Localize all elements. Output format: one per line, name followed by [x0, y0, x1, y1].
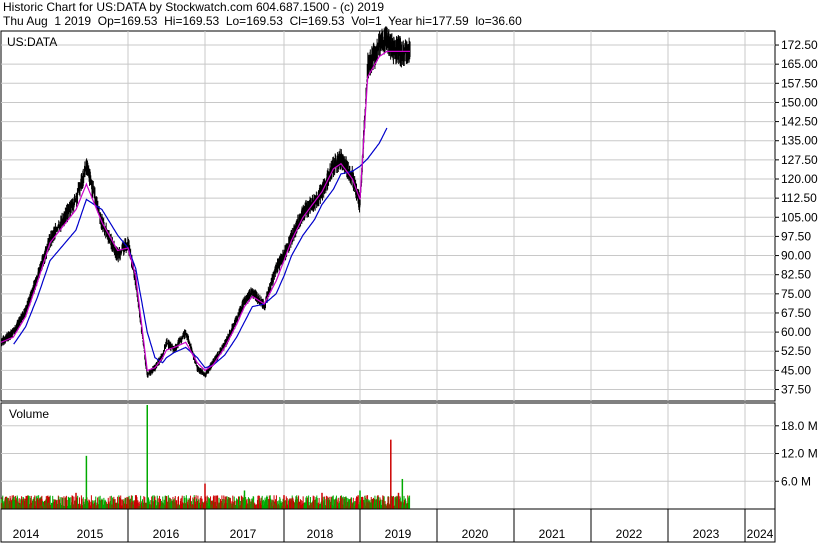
price-tick-label: 112.50 [781, 191, 817, 205]
price-tick-label: 157.50 [781, 76, 818, 90]
price-tick-label: 67.50 [781, 306, 811, 320]
price-tick-label: 135.00 [781, 134, 818, 148]
price-tick-label: 75.00 [781, 287, 811, 301]
year-label: 2017 [230, 527, 257, 541]
price-tick-label: 172.50 [781, 38, 818, 52]
price-tick-label: 82.50 [781, 268, 811, 282]
volume-axis: 18.0 M 12.0 M 6.0 M [775, 419, 818, 488]
price-tick-label: 45.00 [781, 363, 811, 377]
year-label: 2021 [539, 527, 566, 541]
year-label: 2018 [307, 527, 334, 541]
volume-tick-label: 18.0 M [781, 419, 818, 433]
price-tick-label: 150.00 [781, 95, 818, 109]
symbol-label: US:DATA [7, 35, 57, 49]
volume-label: Volume [9, 407, 49, 421]
year-label: 2016 [153, 527, 180, 541]
volume-tick-label: 12.0 M [781, 447, 818, 461]
year-axis: 2014 2015 2016 2017 2018 2019 2020 2021 2022 2023… [13, 509, 774, 542]
year-label: 2020 [462, 527, 489, 541]
volume-tick-label: 6.0 M [781, 474, 811, 488]
year-label: 2022 [616, 527, 643, 541]
year-label: 2024 [747, 527, 774, 541]
price-tick-label: 165.00 [781, 57, 818, 71]
year-label: 2014 [13, 527, 40, 541]
year-label: 2023 [693, 527, 720, 541]
price-tick-label: 120.00 [781, 172, 818, 186]
volume-grid [1, 403, 775, 509]
price-tick-label: 60.00 [781, 325, 811, 339]
stock-chart: US:DATA 172.50 165.00 157.50 150.00 142.50 13… [0, 26, 818, 543]
price-tick-label: 127.50 [781, 153, 818, 167]
price-tick-label: 52.50 [781, 344, 811, 358]
price-tick-label: 90.00 [781, 249, 811, 263]
year-label: 2019 [385, 527, 412, 541]
price-tick-label: 142.50 [781, 115, 818, 129]
price-grid [1, 31, 775, 401]
price-panel-frame [0, 30, 776, 402]
price-tick-label: 105.00 [781, 210, 818, 224]
price-tick-label: 97.50 [781, 229, 811, 243]
volume-panel-frame [0, 402, 776, 510]
price-bars [0, 26, 411, 378]
price-tick-label: 37.50 [781, 383, 811, 397]
price-axis: 172.50 165.00 157.50 150.00 142.50 135.00 127.… [775, 38, 818, 397]
year-label: 2015 [77, 527, 104, 541]
